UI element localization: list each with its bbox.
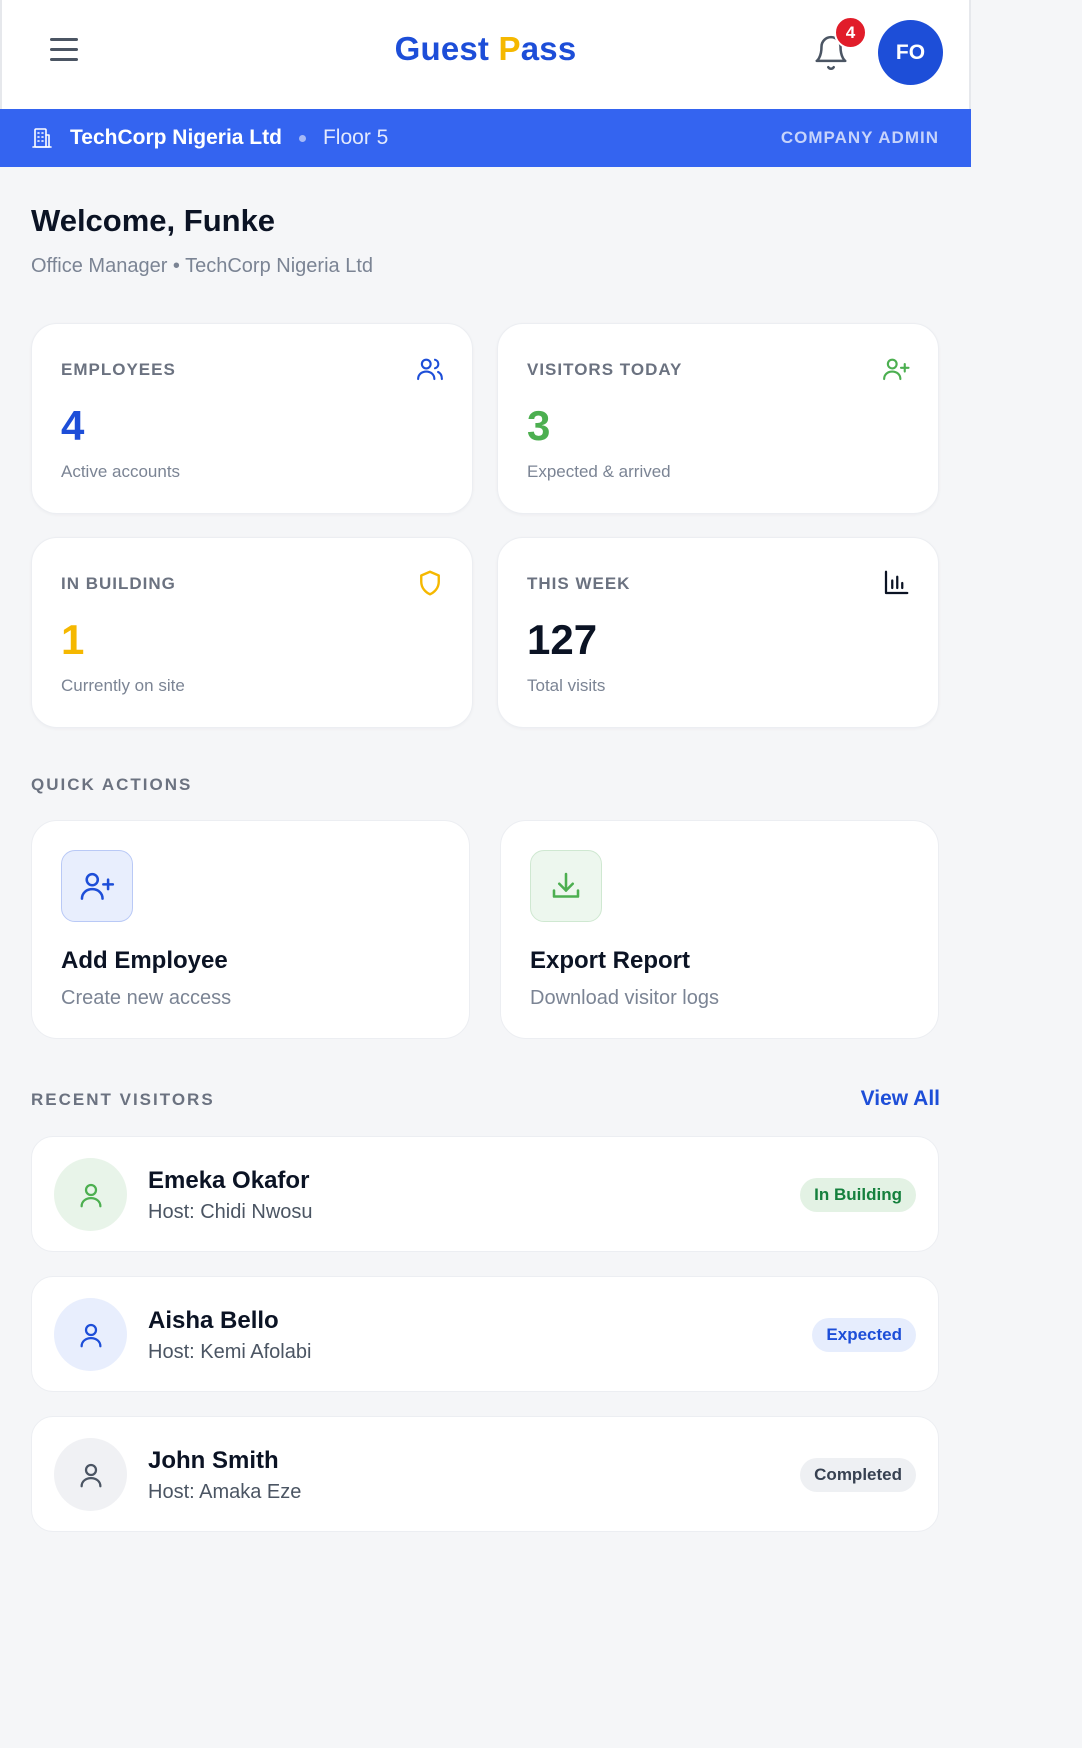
visitor-name: John Smith [148,1447,279,1474]
stat-value: 127 [527,616,598,663]
user-plus-icon [883,358,910,381]
visitor-name: Emeka Okafor [148,1167,310,1194]
visitor-row[interactable]: John Smith Host: Amaka Eze Completed [31,1416,939,1532]
stat-value: 1 [61,616,85,663]
building-icon [32,128,52,148]
shield-icon [420,570,440,596]
user-plus-icon [61,850,133,922]
status-badge: In Building [800,1178,916,1212]
status-badge: Expected [812,1318,916,1352]
stat-value: 4 [61,402,85,449]
stat-card-employees[interactable]: EMPLOYEES 4 Active accounts [31,323,473,514]
stat-card-this-week[interactable]: THIS WEEK 127 Total visits [497,537,939,728]
user-icon [54,1438,127,1511]
welcome-title: Welcome, Funke [31,203,276,238]
role-label: COMPANY ADMIN [780,128,939,147]
logo-text-ass: ass [520,30,577,67]
visitor-row[interactable]: Aisha Bello Host: Kemi Afolabi Expected [31,1276,939,1392]
welcome-subtitle: Office Manager • TechCorp Nigeria Ltd [31,255,373,277]
stat-label: IN BUILDING [61,574,176,593]
company-separator-dot [298,134,306,142]
visitor-host: Host: Chidi Nwosu [148,1201,313,1223]
stat-subtext: Total visits [527,676,606,695]
stat-label: THIS WEEK [527,574,631,593]
app-header: Guest Pass 4 FO [0,0,971,109]
recent-visitors-title: RECENT VISITORS [31,1090,215,1109]
view-all-link[interactable]: View All [861,1087,940,1111]
action-subtitle: Download visitor logs [530,987,719,1009]
visitor-host: Host: Amaka Eze [148,1481,302,1503]
add-employee-button[interactable]: Add Employee Create new access [31,820,470,1039]
users-icon [417,358,443,381]
stat-subtext: Currently on site [61,676,185,695]
visitor-row[interactable]: Emeka Okafor Host: Chidi Nwosu In Buildi… [31,1136,939,1252]
action-title: Add Employee [61,947,228,974]
download-icon [530,850,602,922]
bar-chart-icon [884,570,909,595]
status-badge: Completed [800,1458,916,1492]
stat-label: EMPLOYEES [61,360,176,379]
stat-value: 3 [527,402,551,449]
quick-actions-title: QUICK ACTIONS [31,775,193,794]
action-title: Export Report [530,947,691,974]
logo-text-p: P [498,30,521,67]
user-icon [54,1298,127,1371]
visitor-name: Aisha Bello [148,1307,279,1334]
stat-subtext: Expected & arrived [527,462,671,481]
stat-subtext: Active accounts [61,462,181,481]
logo-text-guest: Guest [394,30,490,67]
notification-count-badge: 4 [834,16,867,49]
welcome-section: Welcome, Funke Office Manager • TechCorp… [31,203,373,278]
action-subtitle: Create new access [61,987,232,1009]
export-report-button[interactable]: Export Report Download visitor logs [500,820,939,1039]
user-avatar[interactable]: FO [878,20,943,85]
stat-label: VISITORS TODAY [527,360,683,379]
company-floor: Floor 5 [322,126,389,149]
company-name: TechCorp Nigeria Ltd [70,126,282,149]
stat-card-visitors-today[interactable]: VISITORS TODAY 3 Expected & arrived [497,323,939,514]
app-root: Guest Pass 4 FO TechCorp Nigeria Ltd Flo… [0,0,971,1568]
visitor-host: Host: Kemi Afolabi [148,1341,312,1363]
company-bar: TechCorp Nigeria Ltd Floor 5 COMPANY ADM… [0,109,971,167]
stat-card-in-building[interactable]: IN BUILDING 1 Currently on site [31,537,473,728]
user-icon [54,1158,127,1231]
